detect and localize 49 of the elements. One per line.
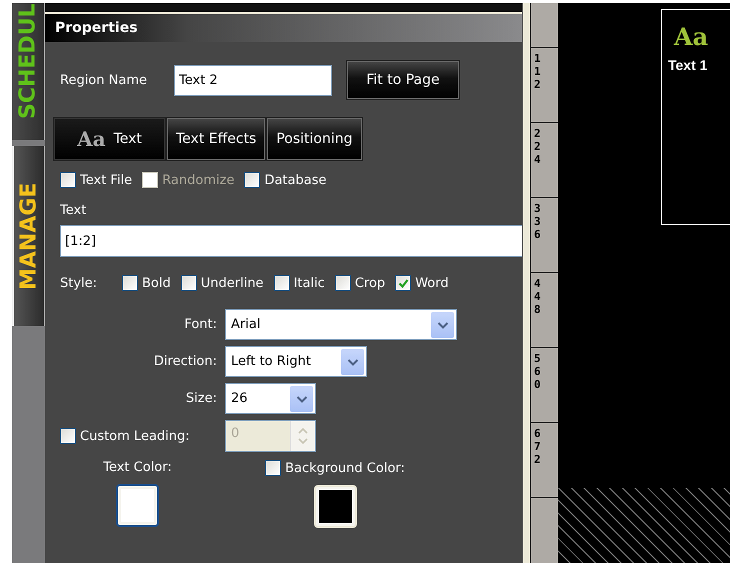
ruler-number: 336 <box>534 202 542 242</box>
field-label: Direction: <box>152 354 218 369</box>
font-icon: Aa <box>77 127 106 151</box>
checkbox-label: Custom Leading: <box>80 428 190 444</box>
ruler-number: 448 <box>534 277 542 317</box>
ruler-number: 560 <box>534 352 542 392</box>
text-field[interactable]: [1:2] <box>60 225 522 257</box>
checkbox-label: Italic <box>294 276 325 290</box>
checkbox-label: Underline <box>200 276 264 290</box>
checkbox-label: Randomize <box>162 172 234 188</box>
checkbox[interactable] <box>265 460 282 476</box>
field-label: Region Name <box>60 72 148 88</box>
checkbox[interactable] <box>244 172 260 188</box>
checkbox[interactable] <box>180 275 197 291</box>
checkbox[interactable] <box>395 275 412 291</box>
checkbox[interactable] <box>60 172 76 188</box>
side-tab[interactable]: SCHEDUL <box>12 3 45 140</box>
ruler-number: 224 <box>534 127 542 167</box>
tab[interactable]: Aa Text <box>54 118 165 160</box>
color-swatch[interactable] <box>116 484 159 527</box>
checkbox[interactable] <box>122 275 138 291</box>
field-label: Font: <box>183 317 218 332</box>
checkbox-label: Bold <box>142 276 171 290</box>
region-label: Text 1 <box>668 57 708 73</box>
checkbox-label: Crop <box>354 276 386 290</box>
checkbox[interactable] <box>274 275 290 291</box>
field-label: Size: <box>184 391 218 406</box>
tab[interactable]: Text Effects <box>167 118 266 160</box>
dropdown[interactable]: 26 <box>225 383 316 414</box>
checkbox[interactable] <box>334 275 351 291</box>
canvas-region[interactable]: Aa Text 1 <box>661 9 730 225</box>
checkbox-label: Word <box>415 276 449 290</box>
ruler-number: 672 <box>534 427 542 467</box>
splitter-bar[interactable] <box>522 3 530 563</box>
checkbox-label: Database <box>264 172 326 188</box>
checkbox-label: Text File <box>80 172 132 188</box>
ruler-number: 112 <box>534 52 542 92</box>
dropdown[interactable]: Left to Right <box>225 346 367 377</box>
region-name-field[interactable]: Text 2 <box>174 64 332 96</box>
fit-to-page-button[interactable]: Fit to Page <box>347 61 459 99</box>
field-label: Text <box>60 202 88 220</box>
dropdown[interactable]: Arial <box>225 309 457 340</box>
checkbox-label: Background Color: <box>285 460 405 476</box>
side-tab[interactable]: MANAGE <box>12 146 45 326</box>
field-label: Text Color: <box>103 460 172 475</box>
tab[interactable]: Positioning <box>267 118 362 160</box>
panel-title: Properties <box>45 12 522 42</box>
font-icon: Aa <box>674 22 708 51</box>
field-label: Style: <box>60 276 98 290</box>
